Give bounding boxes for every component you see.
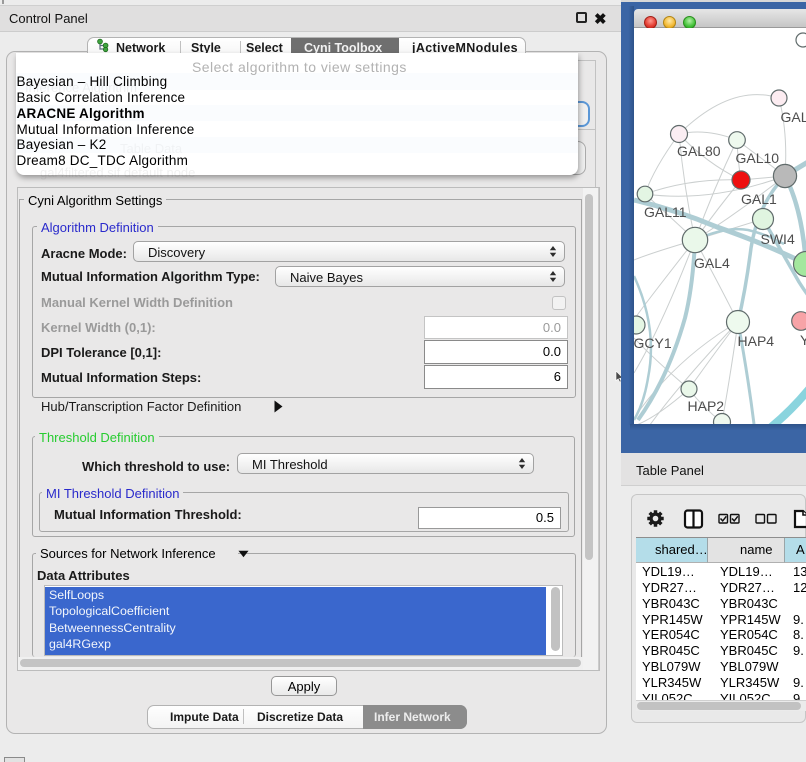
svg-text:SWI4: SWI4 [761, 231, 795, 247]
svg-text:HAP2: HAP2 [688, 398, 725, 414]
svg-text:GAL7: GAL7 [781, 109, 806, 125]
svg-text:GAL4: GAL4 [694, 255, 730, 271]
svg-text:Y: Y [800, 332, 806, 348]
svg-text:GCY1: GCY1 [634, 335, 672, 351]
svg-text:GAL11: GAL11 [644, 204, 687, 220]
svg-text:GAL80: GAL80 [677, 143, 721, 159]
svg-text:GAL10: GAL10 [736, 150, 780, 166]
svg-text:HAP4: HAP4 [738, 333, 775, 349]
svg-text:GAL1: GAL1 [741, 191, 777, 207]
